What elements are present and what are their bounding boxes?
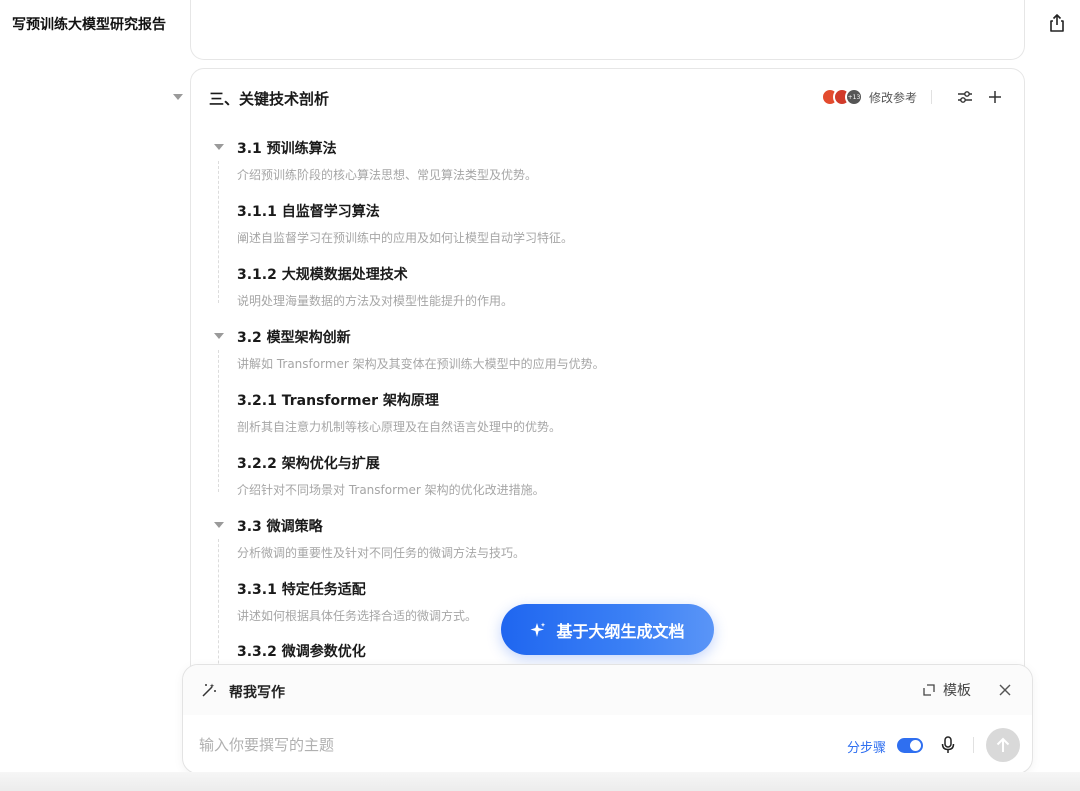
outline-description: 讲述如何根据具体任务选择合适的微调方式。 xyxy=(237,607,477,624)
sliders-icon xyxy=(957,90,973,104)
step-by-step-label: 分步骤 xyxy=(847,737,886,756)
section-title: 三、关键技术剖析 xyxy=(209,88,329,109)
share-button[interactable] xyxy=(1046,12,1068,34)
reference-avatars[interactable]: +13 xyxy=(821,88,863,106)
outline-heading: 3.1.1 自监督学习算法 xyxy=(237,201,380,221)
outline-heading: 3.3.1 特定任务适配 xyxy=(237,579,366,599)
template-label: 模板 xyxy=(943,680,971,700)
divider xyxy=(931,90,932,104)
share-icon xyxy=(1048,13,1066,33)
outline-description: 阐述自监督学习在预训练中的应用及如何让模型自动学习特征。 xyxy=(237,229,573,246)
section-toolbar: +13 修改参考 xyxy=(821,85,1006,109)
outline-description: 分析微调的重要性及针对不同任务的微调方法与技巧。 xyxy=(237,544,525,561)
outline-heading: 3.1 预训练算法 xyxy=(237,138,337,158)
outline-heading: 3.2.1 Transformer 架构原理 xyxy=(237,390,439,410)
plus-icon xyxy=(988,90,1002,104)
subsection-collapse-icon[interactable] xyxy=(214,144,224,150)
close-button[interactable] xyxy=(995,680,1015,700)
template-button[interactable]: 模板 xyxy=(923,680,971,700)
subsection-collapse-icon[interactable] xyxy=(214,522,224,528)
page-title: 写预训练大模型研究报告 xyxy=(12,14,166,34)
topic-input[interactable] xyxy=(199,731,819,759)
send-button[interactable] xyxy=(986,728,1020,762)
outline-heading: 3.2 模型架构创新 xyxy=(237,327,351,347)
section-collapse-icon[interactable] xyxy=(173,94,183,100)
outline-heading: 3.1.2 大规模数据处理技术 xyxy=(237,264,408,284)
subsection-collapse-icon[interactable] xyxy=(214,333,224,339)
add-button[interactable] xyxy=(984,86,1006,108)
step-by-step-toggle[interactable] xyxy=(897,738,923,753)
template-icon xyxy=(923,684,935,696)
previous-section-card xyxy=(190,0,1025,60)
outline-guide-line xyxy=(218,350,219,492)
outline-description: 讲解如 Transformer 架构及其变体在预训练大模型中的应用与优势。 xyxy=(237,355,605,372)
toggle-knob xyxy=(910,740,921,751)
outline-heading: 3.2.2 架构优化与扩展 xyxy=(237,453,380,473)
close-icon xyxy=(999,684,1011,696)
outline-description: 剖析其自注意力机制等核心原理及在自然语言处理中的优势。 xyxy=(237,418,561,435)
outline-heading: 3.3.2 微调参数优化 xyxy=(237,641,366,661)
outline-description: 介绍预训练阶段的核心算法思想、常见算法类型及优势。 xyxy=(237,166,537,183)
page: 写预训练大模型研究报告 三、关键技术剖析 +13 修改参考 xyxy=(0,0,1080,791)
outline-heading: 3.3 微调策略 xyxy=(237,516,323,536)
generate-document-label: 基于大纲生成文档 xyxy=(556,618,684,642)
settings-button[interactable] xyxy=(954,86,976,108)
sparkle-icon xyxy=(530,622,546,638)
divider xyxy=(973,737,974,753)
magic-pen-icon xyxy=(201,682,217,702)
arrow-up-icon xyxy=(996,737,1010,753)
generate-document-button[interactable]: 基于大纲生成文档 xyxy=(501,604,714,655)
modify-reference-button[interactable]: 修改参考 xyxy=(869,89,917,106)
help-write-label: 帮我写作 xyxy=(229,682,285,702)
page-bottom-fade xyxy=(0,772,1080,791)
outline-guide-line xyxy=(218,161,219,303)
writing-composer: 帮我写作 模板 分步骤 xyxy=(182,664,1033,774)
composer-header: 帮我写作 模板 xyxy=(183,665,1032,715)
voice-input-button[interactable] xyxy=(937,734,959,756)
avatar-count-badge: +13 xyxy=(845,88,863,106)
microphone-icon xyxy=(941,736,955,754)
outline-description: 说明处理海量数据的方法及对模型性能提升的作用。 xyxy=(237,292,513,309)
outline-description: 介绍针对不同场景对 Transformer 架构的优化改进措施。 xyxy=(237,481,545,498)
